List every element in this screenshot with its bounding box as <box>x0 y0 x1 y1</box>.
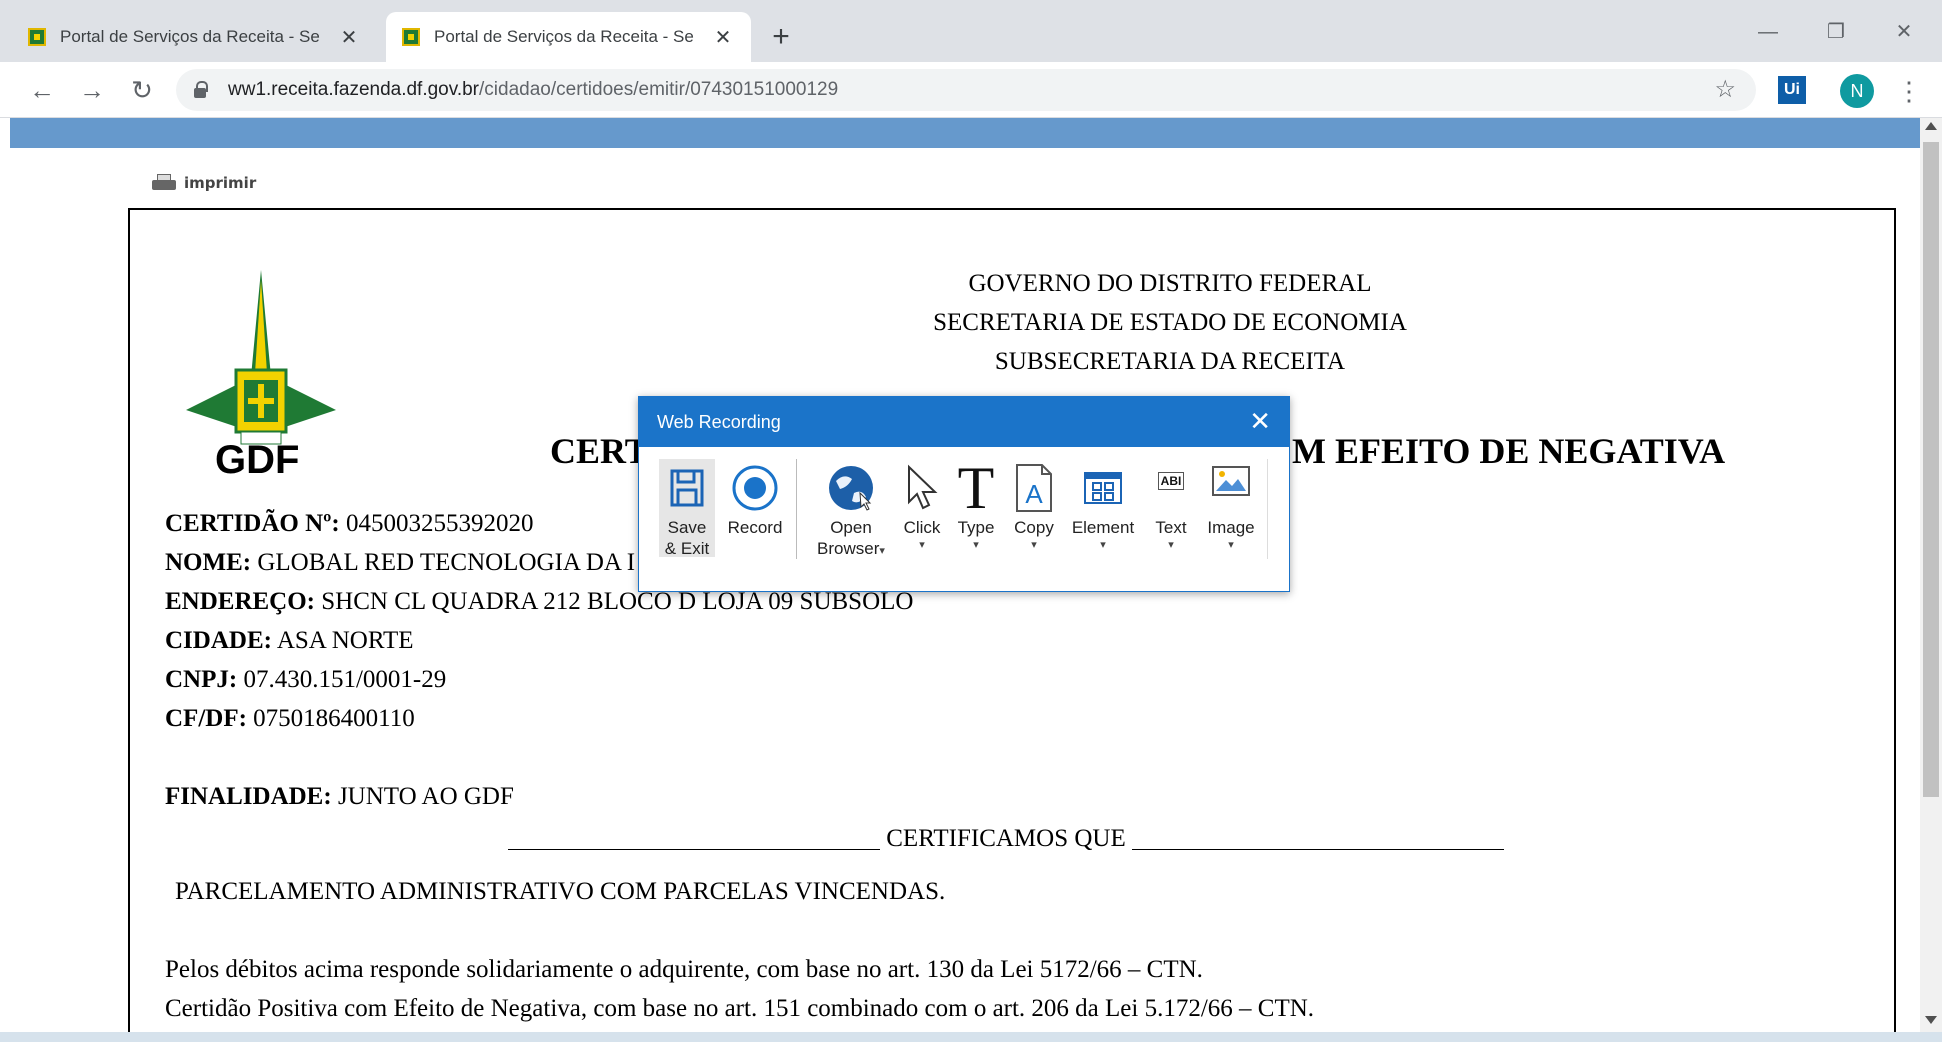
header-line-1: GOVERNO DO DISTRITO FEDERAL <box>968 270 1372 297</box>
window-close-button[interactable]: ✕ <box>1874 14 1934 50</box>
print-label: imprimir <box>184 174 257 192</box>
certificate-title-left: CERT <box>550 431 649 471</box>
svg-text:A: A <box>1025 479 1043 509</box>
address-bar[interactable]: ww1.receita.fazenda.df.gov.br/cidadao/ce… <box>176 69 1756 111</box>
gdf-logo-text: GDF <box>215 438 300 482</box>
record-icon <box>723 459 787 517</box>
tab-title: Portal de Serviços da Receita - Se <box>434 27 694 46</box>
forward-icon[interactable]: → <box>74 72 110 108</box>
parcelamento-text: PARCELAMENTO ADMINISTRATIVO COM PARCELAS… <box>175 878 946 905</box>
dialog-titlebar: Web Recording ✕ <box>639 397 1289 447</box>
underline-left <box>508 849 880 850</box>
mouse-pointer-icon <box>897 459 947 517</box>
text-abi-icon: ABI <box>1147 459 1195 517</box>
vertical-scrollbar[interactable] <box>1920 118 1942 1032</box>
profile-avatar[interactable]: N <box>1840 74 1874 108</box>
minimize-button[interactable]: — <box>1738 14 1798 50</box>
taskbar-strip <box>0 1032 1942 1042</box>
tab-1[interactable]: Portal de Serviços da Receita - Se ✕ <box>12 12 377 62</box>
print-link[interactable]: imprimir <box>152 174 256 192</box>
type-button[interactable]: T Type ▾ <box>951 455 1001 552</box>
web-recording-dialog: Web Recording ✕ Save & Exit Record Open … <box>638 396 1290 592</box>
uipath-extension-icon[interactable]: Ui <box>1778 76 1806 104</box>
field-cfdf: CF/DF: 0750186400110 <box>165 705 415 732</box>
gdf-favicon-icon <box>28 28 46 46</box>
click-button[interactable]: Click ▾ <box>897 459 947 552</box>
element-button[interactable]: Element ▾ <box>1065 459 1141 552</box>
browser-toolbar: ← → ↻ ww1.receita.fazenda.df.gov.br/cida… <box>0 62 1942 118</box>
certidao-positiva-text: Certidão Positiva com Efeito de Negativa… <box>165 995 1315 1022</box>
toolbar-separator-right <box>1267 459 1268 559</box>
record-button[interactable]: Record <box>723 459 787 538</box>
page-header-bar <box>10 118 1920 148</box>
field-nome: NOME: GLOBAL RED TECNOLOGIA DA I <box>165 549 636 576</box>
header-line-2: SECRETARIA DE ESTADO DE ECONOMIA <box>933 309 1407 336</box>
image-picture-icon <box>1201 459 1261 517</box>
new-tab-button[interactable]: + <box>764 20 798 54</box>
field-certidao: CERTIDÃO Nº: 045003255392020 <box>165 510 534 537</box>
bookmark-star-icon[interactable]: ☆ <box>1714 75 1736 104</box>
url-text: ww1.receita.fazenda.df.gov.br/cidadao/ce… <box>228 79 838 101</box>
certificate-title-right: M EFEITO DE NEGATIVA <box>1292 431 1726 471</box>
underline-right <box>1132 849 1504 850</box>
gdf-favicon-icon <box>402 28 420 46</box>
browser-menu-icon[interactable]: ⋮ <box>1896 74 1922 108</box>
save-exit-button[interactable]: Save & Exit <box>659 459 715 558</box>
close-tab-icon[interactable]: ✕ <box>337 25 361 50</box>
open-browser-button[interactable]: Open Browser▾ <box>809 459 893 559</box>
lock-icon <box>194 81 208 98</box>
reload-icon[interactable]: ↻ <box>124 72 160 108</box>
floppy-disk-icon <box>659 459 715 517</box>
type-t-icon: T <box>957 455 995 521</box>
certificamos-text: CERTIFICAMOS QUE <box>886 825 1126 852</box>
back-icon[interactable]: ← <box>24 72 60 108</box>
printer-icon <box>152 174 176 192</box>
certificate-document: GDF GOVERNO DO DISTRITO FEDERAL SECRETAR… <box>128 208 1896 1032</box>
element-window-icon <box>1065 459 1141 517</box>
tab-2[interactable]: Portal de Serviços da Receita - Se ✕ <box>386 12 751 62</box>
field-endereco: ENDEREÇO: SHCN CL QUADRA 212 BLOCO D LOJ… <box>165 588 914 615</box>
url-host: ww1.receita.fazenda.df.gov.br <box>228 79 480 100</box>
image-button[interactable]: Image ▾ <box>1201 459 1261 552</box>
field-cidade: CIDADE: ASA NORTE <box>165 627 414 654</box>
globe-icon <box>809 459 893 517</box>
copy-button[interactable]: A Copy ▾ <box>1007 459 1061 552</box>
restore-button[interactable]: ❐ <box>1806 14 1866 50</box>
debitos-text: Pelos débitos acima responde solidariame… <box>165 956 1203 983</box>
scroll-down-icon[interactable] <box>1925 1016 1937 1024</box>
close-tab-icon[interactable]: ✕ <box>711 25 735 50</box>
field-finalidade: FINALIDADE: JUNTO AO GDF <box>165 783 514 810</box>
toolbar-separator <box>796 459 797 559</box>
certificamos-line: CERTIFICAMOS QUE <box>508 825 1504 853</box>
field-cnpj: CNPJ: 07.430.151/0001-29 <box>165 666 447 693</box>
tab-strip: Portal de Serviços da Receita - Se ✕ Por… <box>0 0 1942 62</box>
scroll-thumb[interactable] <box>1923 142 1939 797</box>
text-button[interactable]: ABI Text ▾ <box>1147 459 1195 552</box>
copy-document-icon: A <box>1007 459 1061 517</box>
dialog-close-icon[interactable]: ✕ <box>1249 407 1271 435</box>
scroll-up-icon[interactable] <box>1925 122 1937 130</box>
dialog-title: Web Recording <box>657 411 781 432</box>
header-line-3: SUBSECRETARIA DA RECEITA <box>994 348 1346 375</box>
tab-title: Portal de Serviços da Receita - Se <box>60 27 320 46</box>
url-path: /cidadao/certidoes/emitir/07430151000129 <box>479 79 839 100</box>
